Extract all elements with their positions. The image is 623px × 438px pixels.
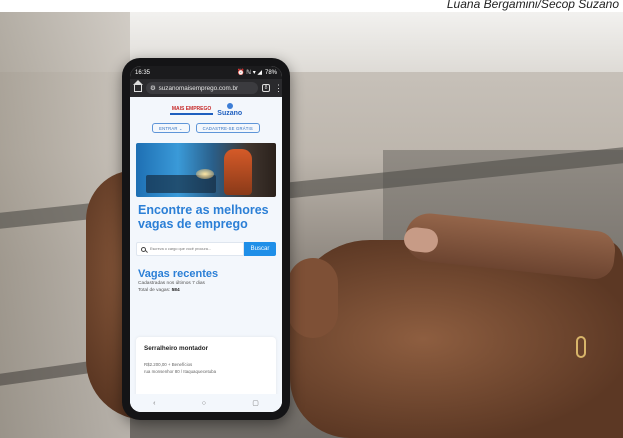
status-bar: 16:35 ⏰ ℕ ▾ ◢ 78% [130, 66, 282, 79]
city-crest-icon [226, 103, 233, 109]
job-salary: R$2.200,00 + Benefícios [144, 362, 193, 367]
address-bar[interactable]: ⚙ suzanomaisemprego.com.br [146, 82, 258, 94]
hero-sparks [196, 169, 214, 179]
system-nav-bar: ‹ ○ ▢ [130, 394, 282, 412]
search-button[interactable]: Buscar [244, 242, 276, 256]
nav-home-icon[interactable]: ○ [202, 400, 206, 407]
register-button[interactable]: CADASTRE-SE GRÁTIS [195, 123, 260, 133]
ring [576, 336, 586, 358]
browser-toolbar: ⚙ suzanomaisemprego.com.br 8 ⋮ [130, 79, 282, 97]
mais-emprego-logo: MAIS EMPREGO [169, 106, 214, 115]
recents-icon[interactable]: ▢ [252, 399, 259, 407]
website-content: MAIS EMPREGO Suzano ENTRAR ⌄ CADASTRE-SE… [130, 97, 282, 412]
job-address: rua monsenhor 80 / Itaquaquecetuba [144, 369, 217, 374]
page-headline: Encontre as melhores vagas de emprego [138, 203, 269, 231]
job-search: Buscar [136, 242, 276, 256]
url-text: suzanomaisemprego.com.br [158, 84, 239, 92]
home-icon[interactable] [133, 80, 143, 92]
battery-level: 78% [264, 69, 277, 76]
status-icons: ⏰ ℕ ▾ ◢ 78% [237, 69, 277, 77]
recent-jobs-title: Vagas recentes [138, 268, 219, 280]
recent-jobs-subtitle: Cadastradas nos últimos 7 dias [138, 281, 205, 286]
status-indicators-icon: ⏰ ℕ ▾ ◢ [237, 70, 262, 76]
back-icon[interactable]: ‹ [153, 400, 155, 407]
search-input[interactable] [150, 247, 235, 251]
left-thumb [288, 258, 338, 338]
smartphone: 16:35 ⏰ ℕ ▾ ◢ 78% ⚙ suzanomaisemprego.co… [122, 58, 290, 420]
suzano-logo: Suzano [217, 103, 242, 117]
status-time: 16:35 [135, 69, 151, 76]
login-label: ENTRAR [159, 125, 178, 131]
phone-screen: 16:35 ⏰ ℕ ▾ ◢ 78% ⚙ suzanomaisemprego.co… [130, 66, 282, 412]
more-menu-icon[interactable]: ⋮ [274, 83, 282, 93]
jobs-total-value: 584 [171, 288, 180, 293]
login-button[interactable]: ENTRAR ⌄ [152, 123, 190, 133]
jobs-total-label: Total de vagas: [138, 288, 171, 293]
suzano-logo-text: Suzano [217, 110, 243, 117]
jobs-total: Total de vagas: 584 [138, 288, 282, 293]
search-icon [141, 246, 146, 252]
auth-buttons: ENTRAR ⌄ CADASTRE-SE GRÁTIS [130, 123, 282, 133]
hero-worker [224, 149, 252, 195]
site-settings-icon[interactable]: ⚙ [150, 85, 156, 92]
photo-scene: Luana Bergamini/Secop Suzano 16:35 ⏰ ℕ ▾… [0, 0, 623, 438]
site-logos: MAIS EMPREGO Suzano [130, 97, 282, 119]
chevron-down-icon: ⌄ [177, 125, 183, 131]
hero-image [136, 143, 276, 197]
tabs-icon[interactable]: 8 [262, 84, 270, 92]
search-box[interactable] [136, 242, 244, 256]
job-title: Serralheiro montador [144, 345, 209, 352]
photo-credit: Luana Bergamini/Secop Suzano [446, 0, 619, 11]
